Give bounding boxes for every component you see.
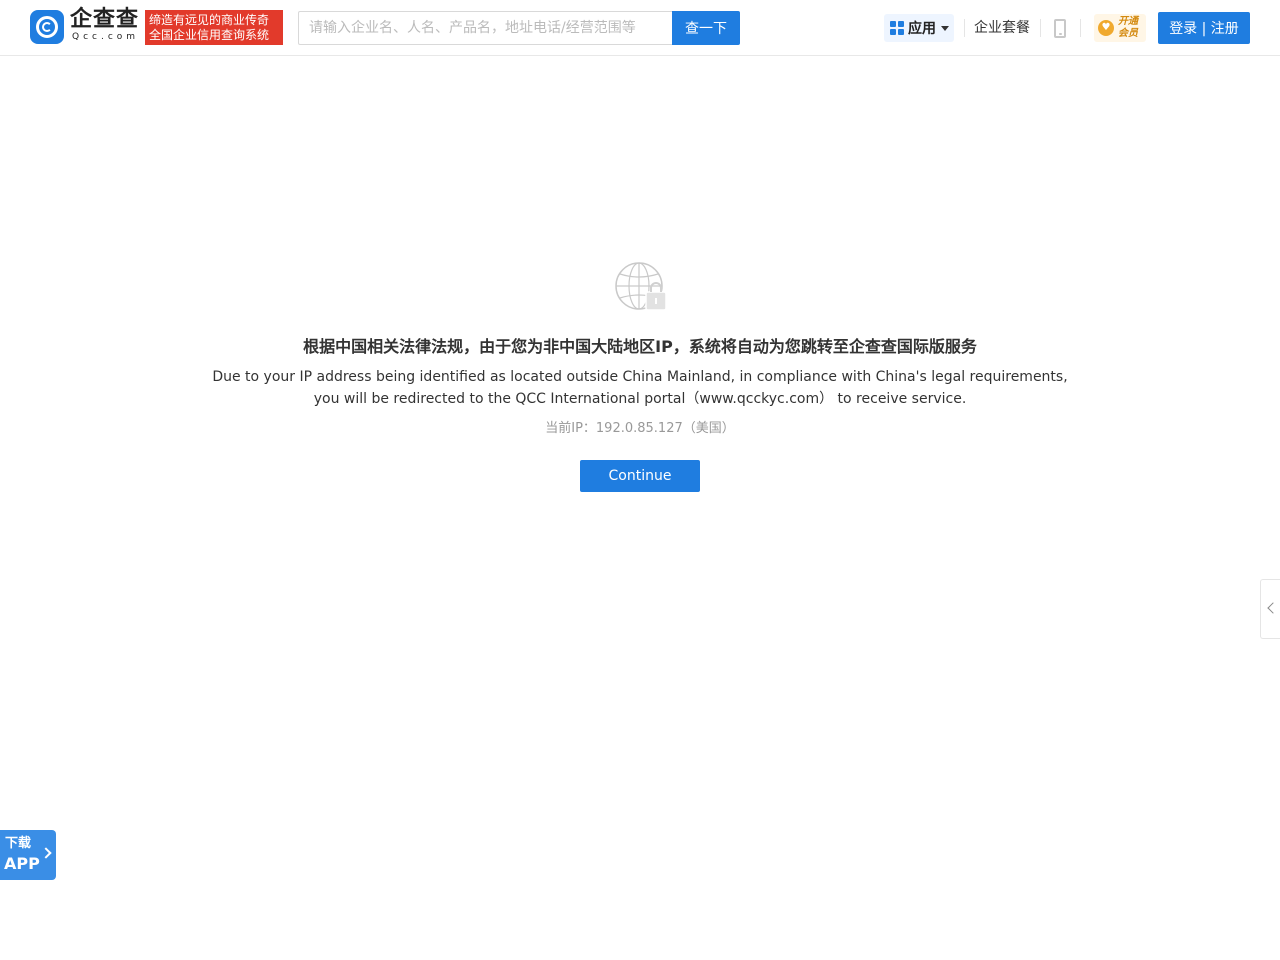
slogan-line-2: 全国企业信用查询系统: [149, 28, 270, 42]
chevron-right-icon: [40, 847, 52, 859]
top-header: 企查查 Qcc.com 缔造有远见的商业传奇 全国企业信用查询系统 查一下 应用…: [0, 0, 1280, 56]
header-divider: [1040, 19, 1041, 37]
login-register-button[interactable]: 登录 | 注册: [1158, 12, 1250, 44]
qcc-logo-icon[interactable]: [30, 10, 64, 44]
redirect-notice-english-line-1: Due to your IP address being identified …: [212, 369, 1068, 385]
search-button[interactable]: 查一下: [672, 11, 740, 45]
redirect-notice-english: Due to your IP address being identified …: [0, 366, 1280, 410]
vip-label-line-2: 会员: [1118, 28, 1138, 39]
side-panel-toggle[interactable]: [1260, 579, 1280, 639]
vip-label: 开通 会员: [1118, 16, 1142, 40]
slogan-banner: 缔造有远见的商业传奇 全国企业信用查询系统: [145, 10, 283, 45]
vip-membership-button[interactable]: ♥ 开通 会员: [1094, 14, 1146, 42]
continue-button[interactable]: Continue: [580, 460, 700, 492]
vip-crown-icon: ♥: [1098, 20, 1114, 36]
globe-lock-icon: [615, 262, 667, 311]
chevron-left-icon: [1267, 602, 1279, 614]
slogan-line-1: 缔造有远见的商业传奇: [149, 13, 270, 27]
apps-label: 应用: [908, 21, 936, 37]
logo-domain: Qcc.com: [72, 32, 140, 42]
header-divider: [964, 19, 965, 37]
apps-grid-icon: [890, 21, 904, 35]
download-app-widget[interactable]: 下载 APP: [0, 830, 56, 880]
download-app-label: 下载: [5, 836, 32, 851]
search-input[interactable]: [298, 11, 672, 45]
redirect-notice-title: 根据中国相关法律法规，由于您为非中国大陆地区IP，系统将自动为您跳转至企查查国际…: [303, 337, 977, 356]
header-divider: [1080, 19, 1081, 37]
mobile-phone-icon[interactable]: [1054, 19, 1066, 38]
logo-name[interactable]: 企查查: [70, 8, 139, 32]
vip-label-line-1: 开通: [1118, 16, 1138, 27]
current-ip-text: 当前IP：192.0.85.127（美国）: [545, 421, 735, 436]
apps-dropdown[interactable]: 应用: [884, 14, 954, 42]
download-app-label-app: APP: [4, 854, 40, 873]
enterprise-package-link[interactable]: 企业套餐: [974, 18, 1030, 38]
chevron-down-icon: [941, 25, 949, 31]
redirect-notice-english-line-2: you will be redirected to the QCC Intern…: [313, 391, 967, 407]
